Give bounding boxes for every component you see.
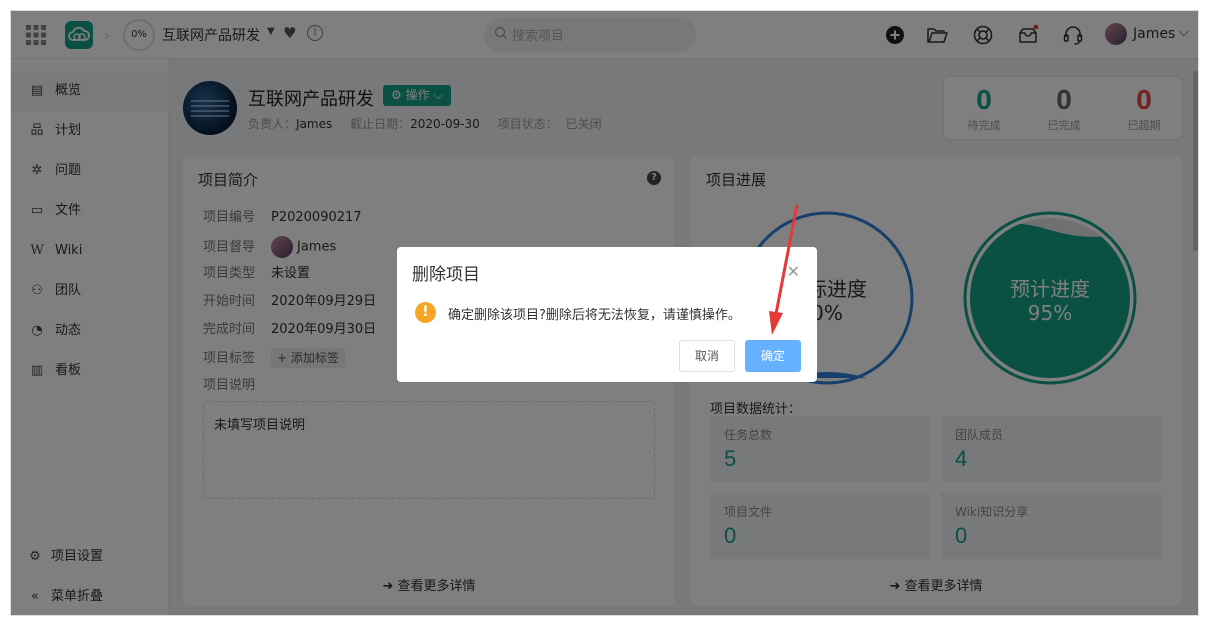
dialog-title: 删除项目: [412, 265, 480, 285]
annotation-arrow-icon: [769, 204, 799, 335]
warning-icon: !: [415, 302, 436, 323]
confirm-button[interactable]: 确定: [745, 340, 801, 372]
dialog-message: 确定删除该项目?删除后将无法恢复，请谨慎操作。: [448, 308, 741, 323]
cancel-button[interactable]: 取消: [679, 340, 735, 372]
app-window: › 0% 互联网产品研发 ▼ ♥ i: [10, 10, 1199, 616]
